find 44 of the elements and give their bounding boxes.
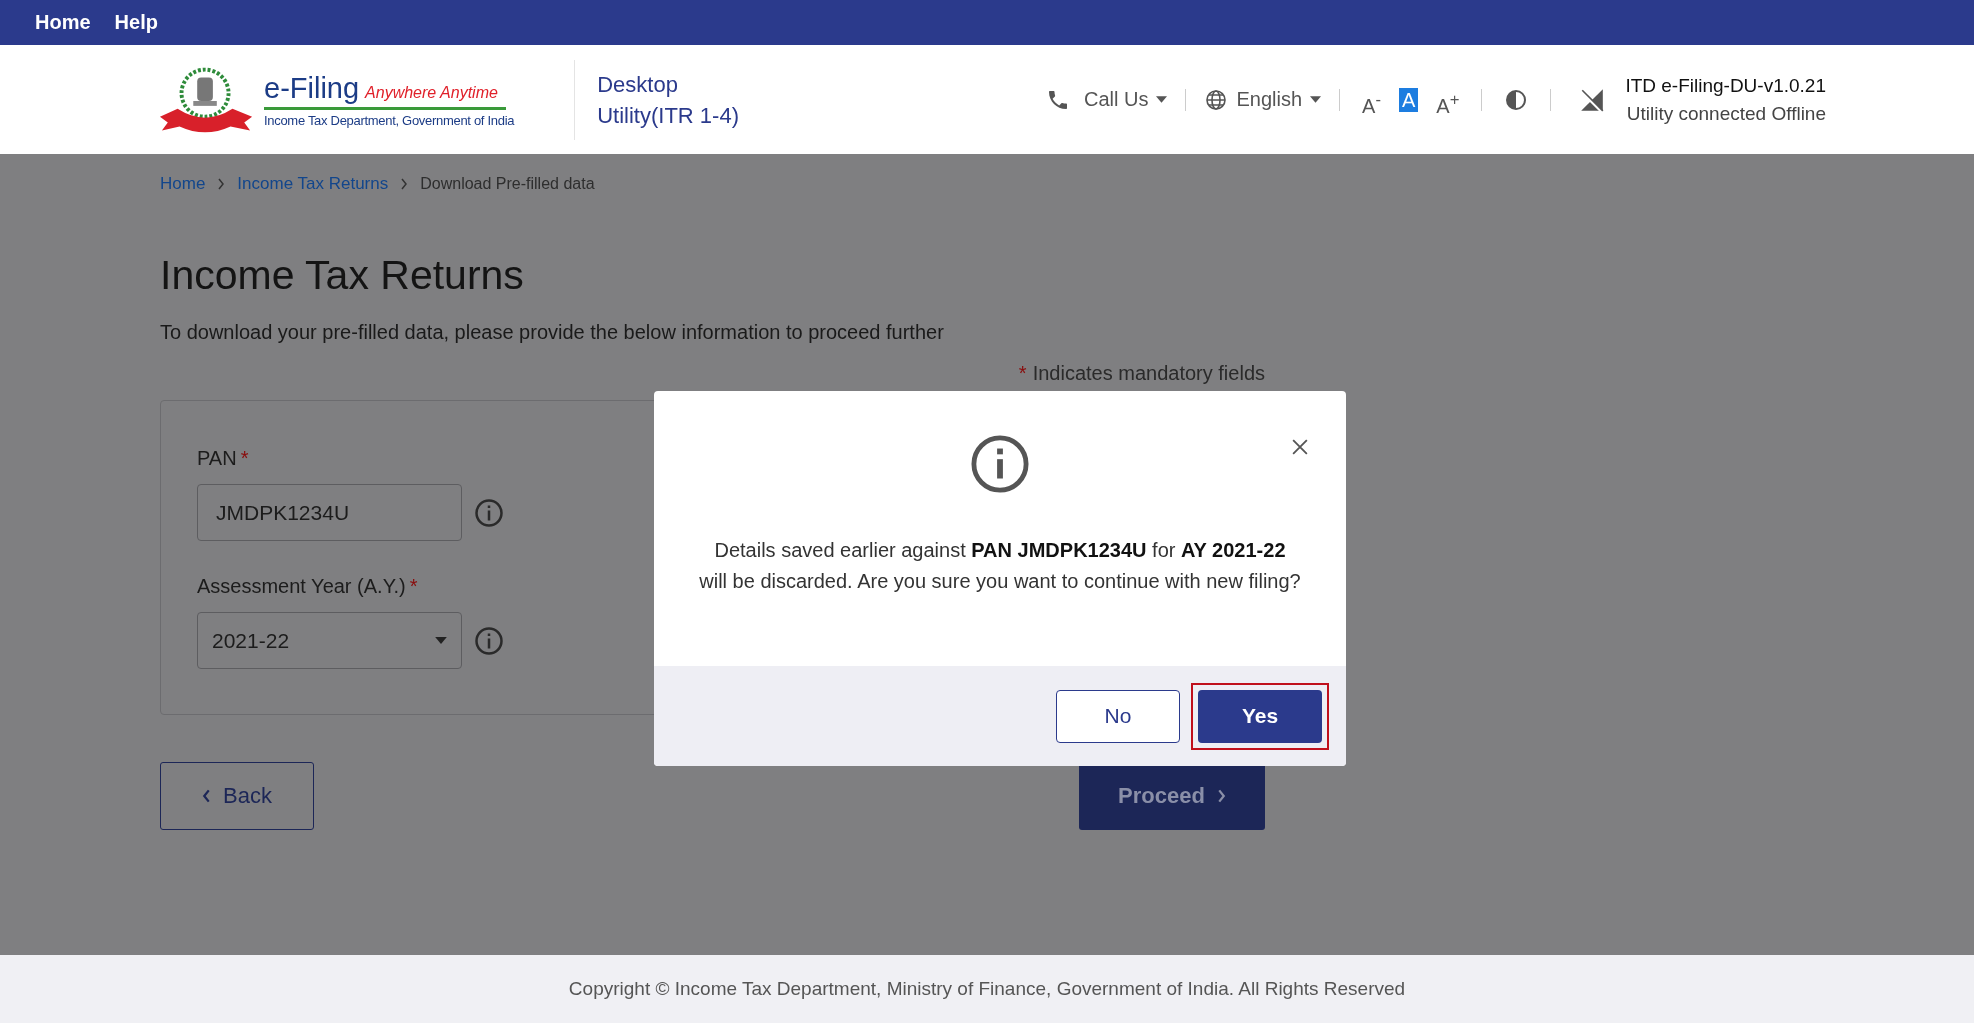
page-title: Income Tax Returns — [160, 252, 525, 299]
font-size-button[interactable]: A$^{+}$ — [1432, 87, 1464, 112]
chevron-left-icon — [202, 789, 212, 803]
chevron-right-icon — [1216, 789, 1226, 803]
contrast-icon[interactable] — [1504, 87, 1529, 112]
info-icon[interactable] — [474, 497, 504, 528]
field-label: Assessment Year (A.Y.) — [197, 575, 406, 598]
signal-off-icon — [1579, 86, 1606, 113]
close-icon[interactable] — [1292, 439, 1308, 455]
mandatory-note: Indicates mandatory fields — [1032, 362, 1265, 385]
version-label: ITD e-Filing-DU-v1.0.21 — [1625, 74, 1826, 97]
yes-button[interactable]: Yes — [1198, 689, 1322, 743]
app-name: Utility(ITR 1-4) — [597, 101, 739, 130]
breadcrumb-current: Download Pre-filled data — [420, 175, 595, 193]
required-asterisk: * — [1018, 362, 1027, 385]
globe-icon — [1204, 87, 1229, 112]
field-label: PAN — [197, 447, 237, 470]
connection-status: Utility connected Offline — [1626, 102, 1826, 125]
logo-tagline: Anywhere Anytime — [365, 83, 498, 102]
call-us-dropdown[interactable]: Call Us — [1046, 87, 1168, 112]
back-button[interactable]: Back — [160, 762, 314, 830]
chevron-right-icon — [217, 178, 226, 190]
page-subtitle: To download your pre-filled data, please provide the below information to proceed further — [160, 321, 945, 344]
chevron-right-icon — [400, 178, 409, 190]
language-dropdown[interactable]: English — [1204, 87, 1322, 112]
info-icon[interactable] — [474, 625, 504, 656]
no-button[interactable]: No — [1056, 689, 1180, 743]
font-size-button[interactable]: A — [1398, 87, 1419, 112]
app-name: Desktop — [597, 70, 679, 99]
nav-link[interactable]: Home — [35, 11, 91, 34]
dialog-message: Details saved earlier against PAN JMDPK1234U for AY 2021-22 will be discarded. Are you sure you want to continue with new filing? — [698, 538, 1302, 594]
caret-icon — [1310, 96, 1322, 103]
logo-title: e-Filing — [264, 71, 360, 105]
logo-subtitle: Income Tax Department, Government of India — [264, 112, 515, 128]
year-select[interactable]: 2021-22 — [197, 612, 462, 669]
pan-input[interactable]: JMDPK1234U — [197, 484, 462, 541]
copyright-text: Copyright © Income Tax Department, Ministry of Finance, Government of India. All Rights Reserved — [568, 978, 1406, 1000]
info-icon — [971, 435, 1029, 493]
required-asterisk: * — [240, 447, 249, 470]
font-size-button[interactable]: A$^{-}$ — [1358, 87, 1385, 112]
caret-icon — [1156, 96, 1168, 103]
caret-icon — [435, 637, 447, 644]
nav-link[interactable]: Help — [114, 11, 158, 34]
required-asterisk: * — [409, 575, 418, 598]
